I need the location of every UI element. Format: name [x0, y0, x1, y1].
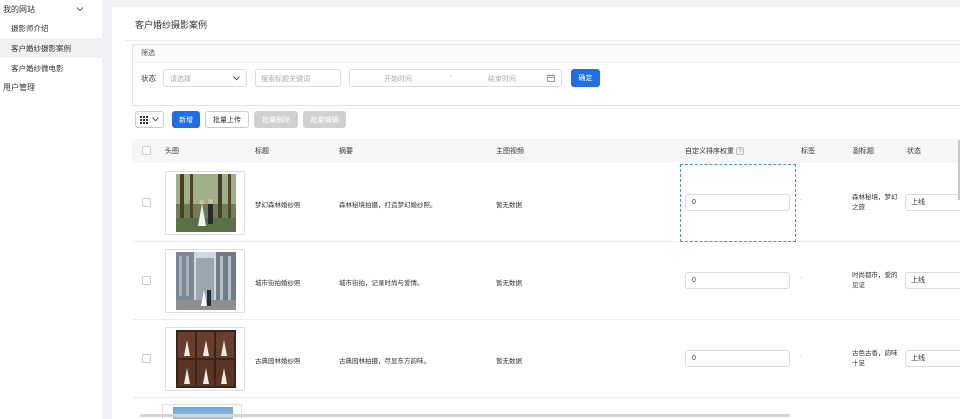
row-checkbox[interactable] [142, 354, 151, 363]
start-date-placeholder: 开始时间 [384, 76, 412, 83]
status-filter-label: 状态 [141, 74, 156, 83]
date-range-picker[interactable]: 开始时间 - 结束时间 [349, 69, 562, 87]
row-title: 古典园林婚纱照 [255, 358, 301, 365]
row-video: 暂无数据 [496, 202, 522, 209]
header-order-label: 自定义排序权重 [685, 148, 734, 155]
grid-icon [140, 115, 148, 124]
chevron-down-icon [233, 76, 240, 81]
row-summary: 森林秘境拍摄，打造梦幻婚纱照。 [339, 202, 437, 209]
sidebar: 我的网站 摄影师介绍 客户婚纱摄影案例 客户婚纱微电影 用户管理 [0, 0, 102, 419]
garden-wedding-photo [176, 330, 236, 388]
header-order: 自定义排序权重? [685, 146, 744, 156]
row-summary: 古典园林拍摄，尽显东方韵味。 [339, 358, 430, 365]
header-title: 标题 [255, 148, 269, 155]
order-weight-input[interactable]: 0 [685, 272, 790, 289]
chevron-down-icon [76, 7, 84, 12]
sky-wedding-photo [173, 407, 233, 419]
sidebar-group-users[interactable]: 用户管理 [0, 78, 102, 96]
select-all-checkbox[interactable] [142, 146, 151, 155]
row-title: 城市街拍婚纱照 [255, 280, 301, 287]
sidebar-item-label: 客户婚纱微电影 [11, 63, 64, 73]
sidebar-group-users-label: 用户管理 [3, 82, 35, 92]
batch-delete-button[interactable]: 批量删除 [254, 111, 298, 128]
row-video: 暂无数据 [496, 358, 522, 365]
sidebar-item-label: 摄影师介绍 [11, 23, 49, 33]
chevron-down-icon [152, 117, 159, 122]
status-select[interactable]: 上线 [905, 272, 960, 289]
table-toolbar: 新增 批量上传 批量删除 批量编辑 [135, 111, 435, 128]
row-thumbnail[interactable] [165, 249, 245, 313]
table-row[interactable]: 城市街拍婚纱照 城市街拍，记录时尚与爱情。 暂无数据 0 - 时尚都市，爱的见证… [132, 242, 960, 320]
row-video: 暂无数据 [496, 280, 522, 287]
row-subtitle: 时尚都市，爱的见证 [852, 272, 898, 289]
divider [124, 40, 960, 41]
row-thumbnail[interactable] [165, 327, 245, 391]
row-summary: 城市街拍，记录时尚与爱情。 [339, 280, 424, 287]
row-thumbnail[interactable] [165, 171, 245, 235]
row-checkbox[interactable] [142, 276, 151, 285]
column-settings-button[interactable] [135, 111, 164, 128]
row-tags: - [800, 275, 803, 282]
sidebar-group-website-label: 我的网站 [3, 4, 35, 14]
add-button[interactable]: 新增 [172, 111, 200, 128]
status-select[interactable]: 请选择 [163, 69, 247, 87]
forest-wedding-photo [176, 174, 236, 232]
calendar-icon [547, 74, 555, 82]
keyword-search-placeholder: 搜索标题关键词 [261, 76, 310, 83]
sidebar-group-website[interactable]: 我的网站 [0, 0, 102, 18]
sidebar-item-wedding-cases[interactable]: 客户婚纱摄影案例 [0, 38, 102, 58]
row-checkbox[interactable] [142, 198, 151, 207]
city-wedding-photo [176, 252, 236, 310]
filter-row: 状态 请选择 搜索标题关键词 开始时间 - 结束时间 确定 [133, 69, 960, 87]
help-icon[interactable]: ? [736, 147, 744, 155]
batch-upload-button[interactable]: 批量上传 [205, 111, 249, 128]
end-date-placeholder: 结束时间 [488, 76, 516, 83]
page-title: 客户婚纱摄影案例 [135, 20, 208, 30]
batch-edit-button[interactable]: 批量编辑 [303, 111, 346, 128]
row-tags: - [800, 353, 803, 360]
row-title: 梦幻森林婚纱照 [255, 202, 301, 209]
row-subtitle: 森林秘境，梦幻之旅 [852, 194, 898, 211]
sidebar-item-label: 客户婚纱摄影案例 [11, 43, 71, 53]
row-subtitle: 古色古香，韵味十足 [852, 350, 898, 367]
header-subtitle: 副标题 [853, 148, 874, 155]
order-weight-input[interactable]: 0 [685, 350, 790, 367]
sidebar-item-photographer[interactable]: 摄影师介绍 [0, 18, 102, 38]
table-header: 头图 标题 摘要 主图视频 自定义排序权重? 标签 副标题 状态 [132, 139, 960, 163]
status-select[interactable]: 上线 [905, 194, 960, 211]
filter-heading: 筛选 [133, 45, 960, 63]
order-weight-input[interactable]: 0 [685, 194, 790, 211]
status-select-placeholder: 请选择 [170, 76, 191, 83]
header-summary: 摘要 [339, 148, 353, 155]
header-video: 主图视频 [496, 148, 524, 155]
table-row[interactable]: 古典园林婚纱照 古典园林拍摄，尽显东方韵味。 暂无数据 0 - 古色古香，韵味十… [132, 320, 960, 398]
date-range-separator: - [450, 73, 453, 80]
horizontal-scrollbar[interactable] [140, 414, 790, 417]
header-status: 状态 [907, 148, 921, 155]
row-tags: - [800, 197, 803, 204]
header-tags: 标签 [801, 148, 815, 155]
confirm-button[interactable]: 确定 [571, 69, 600, 87]
keyword-search-input[interactable]: 搜索标题关键词 [255, 69, 341, 87]
sidebar-item-wedding-films[interactable]: 客户婚纱微电影 [0, 58, 102, 78]
filter-panel: 筛选 状态 请选择 搜索标题关键词 开始时间 - 结束时间 确定 [132, 44, 960, 106]
table-row[interactable]: 梦幻森林婚纱照 森林秘境拍摄，打造梦幻婚纱照。 暂无数据 0 - 森林秘境，梦幻… [132, 164, 960, 242]
header-image: 头图 [165, 148, 179, 155]
status-select[interactable]: 上线 [905, 350, 960, 367]
